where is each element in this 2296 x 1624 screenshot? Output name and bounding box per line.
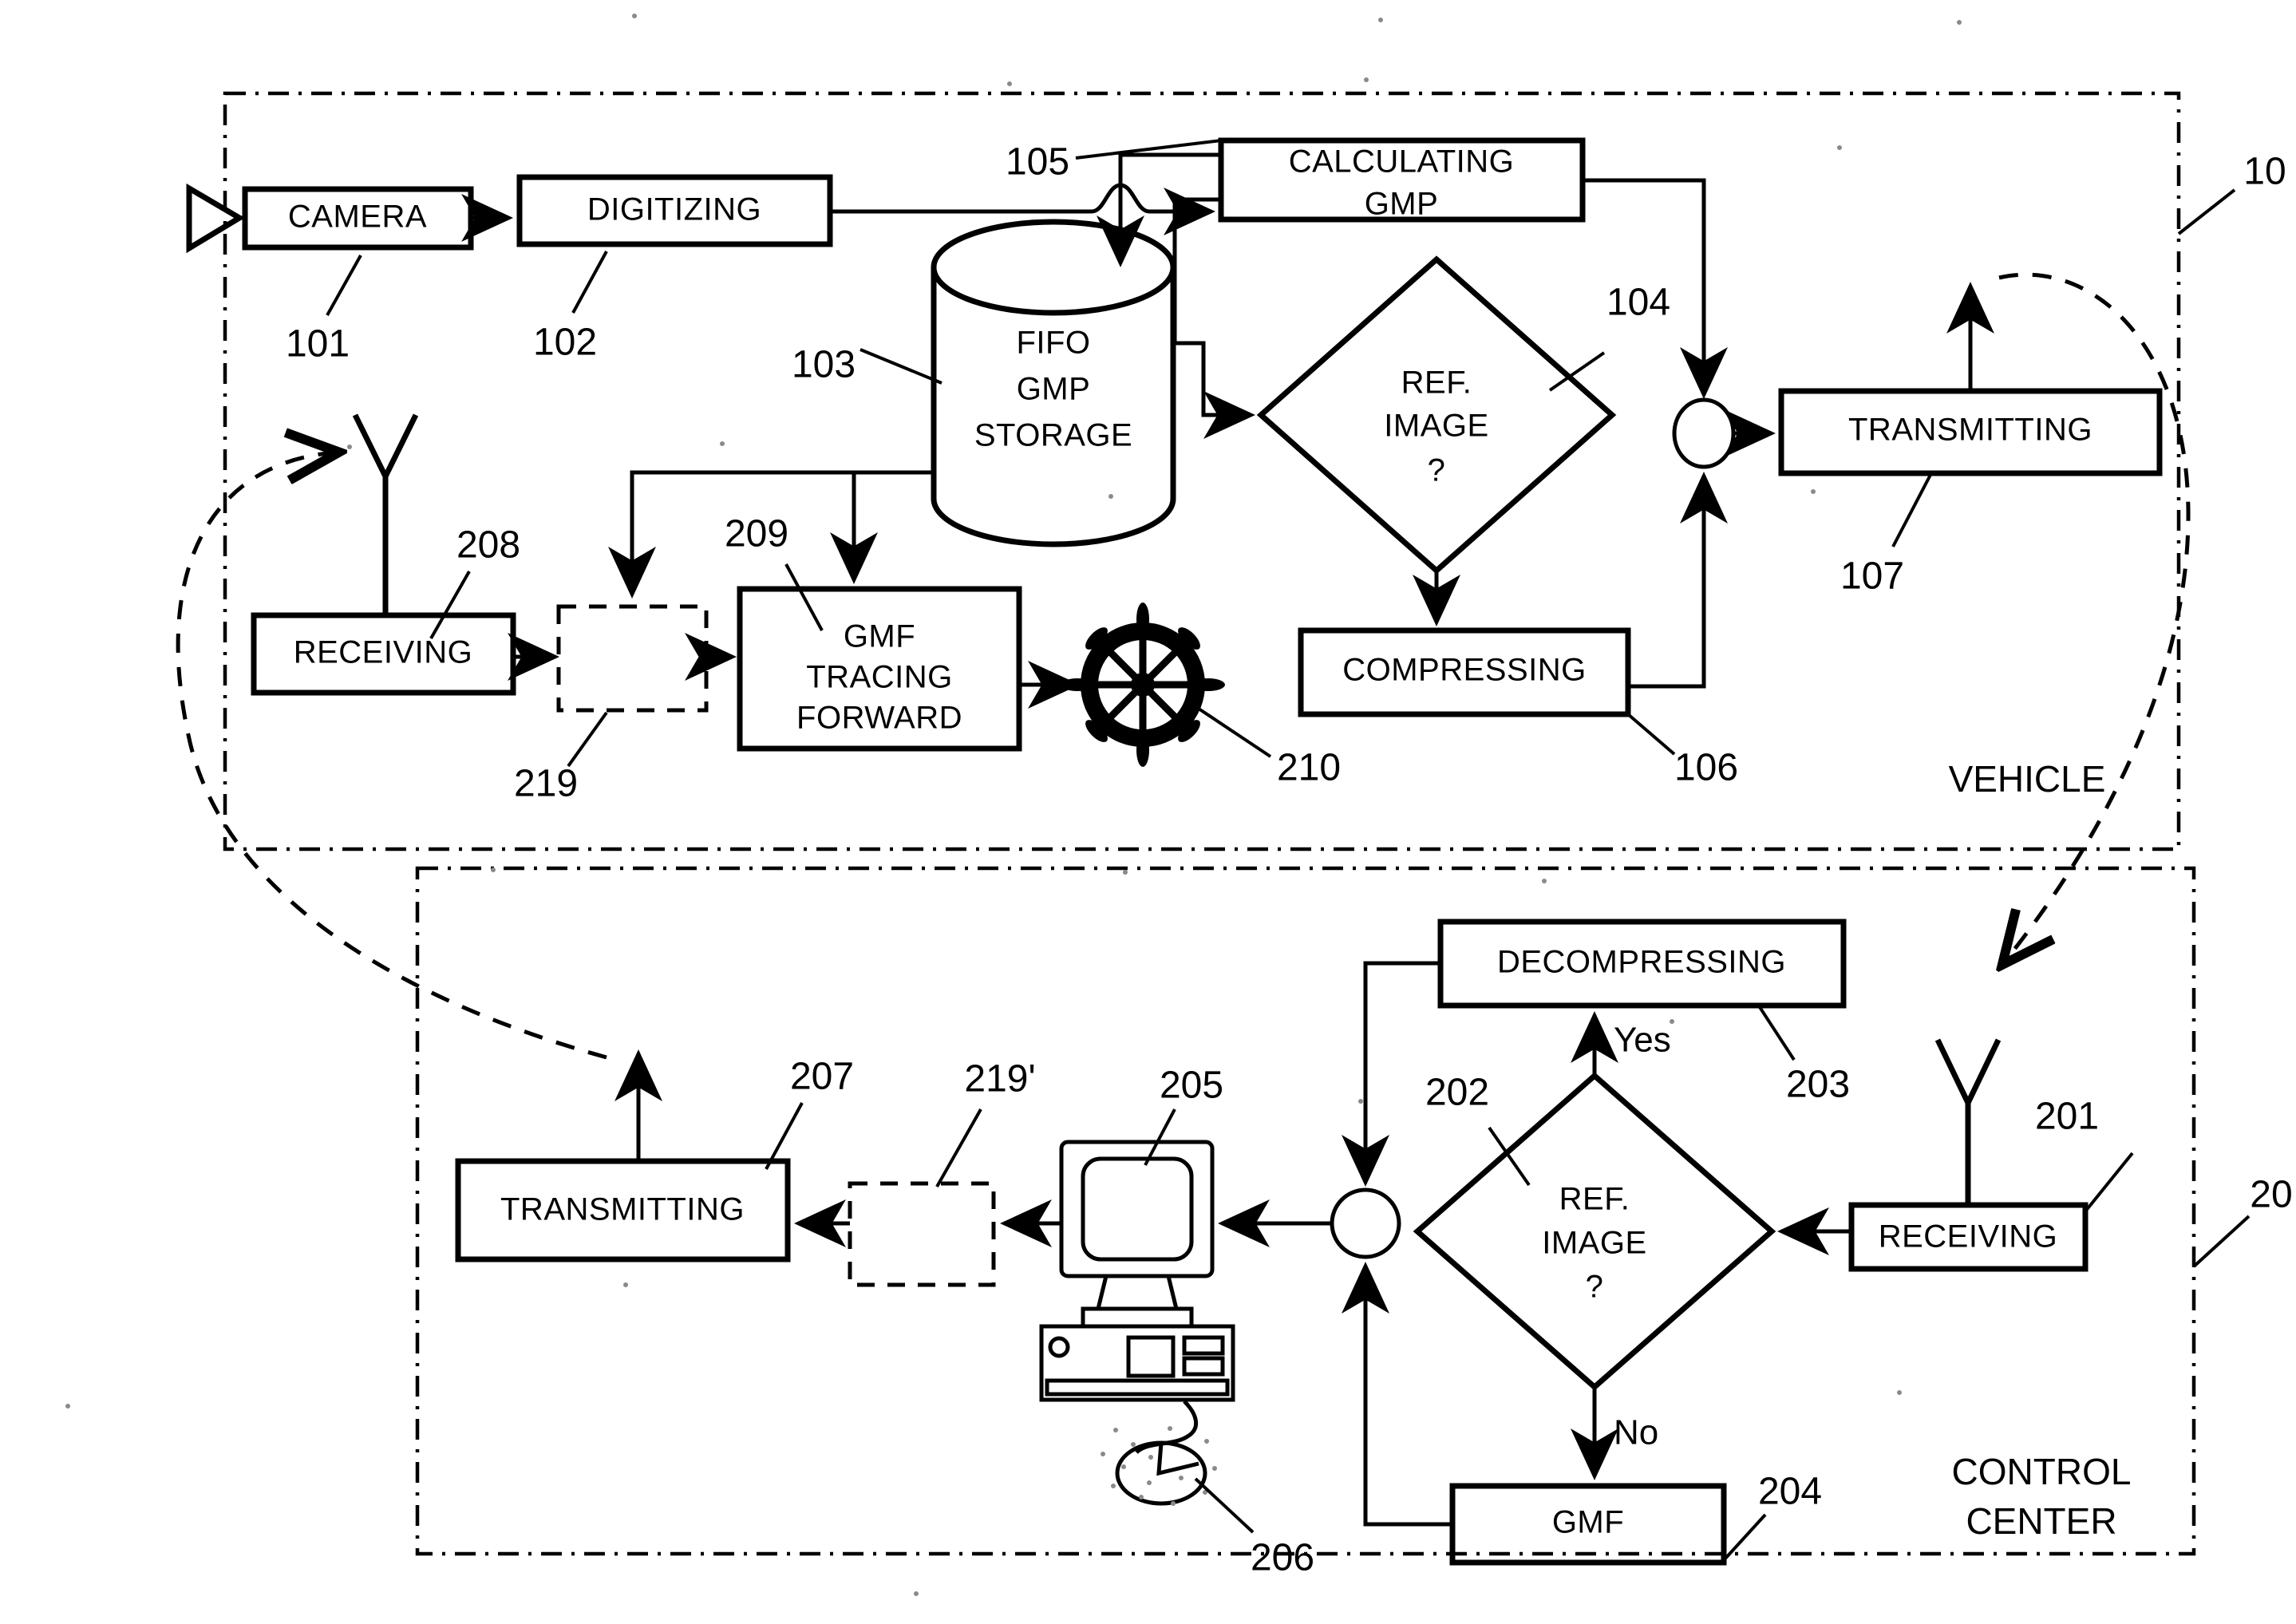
calcgmp-label-line1: CALCULATING: [1289, 144, 1515, 180]
gmftrace-label-line2: TRACING: [806, 660, 953, 695]
leader-102: [571, 251, 608, 314]
ref-101: 101: [286, 323, 350, 365]
ref-205: 205: [1160, 1065, 1223, 1107]
calcgmp-label-line2: GMP: [1365, 187, 1439, 222]
leader-219: [567, 711, 608, 768]
leader-107: [1891, 472, 1933, 547]
leader-201: [2084, 1152, 2134, 1213]
leader-219prime: [935, 1108, 982, 1187]
leader-208: [429, 571, 471, 639]
ref-203: 203: [1786, 1064, 1850, 1106]
conn-calcgmp-refimage: [1172, 197, 1255, 439]
receiving-label-cc: RECEIVING: [1879, 1219, 2058, 1255]
camera-lens-icon: [186, 183, 245, 254]
gmftrace-label-line1: GMF: [844, 619, 915, 654]
fifo-label-line2: GMP: [1017, 372, 1091, 407]
digitizing-label: DIGITIZING: [587, 192, 761, 227]
control-center-ref-leader: [2192, 1215, 2251, 1268]
vehicle-zone-label: VEHICLE: [1949, 758, 2106, 800]
ref-106: 106: [1674, 747, 1738, 789]
scan-artifacts: [65, 14, 1962, 1596]
leader-209: [784, 563, 824, 631]
ref-103: 103: [792, 344, 856, 386]
patent-figure-canvas: CAMERA DIGITIZING FIFO GMP STORAGE REF. …: [0, 0, 2296, 1624]
cc-zone-ref: 20: [2250, 1174, 2292, 1216]
cc-refimage-label-line2: IMAGE: [1542, 1226, 1646, 1261]
leader-203: [1758, 1006, 1796, 1061]
conn-calcgmp-feedback-top: [1118, 152, 1221, 185]
ref-204: 204: [1758, 1471, 1822, 1513]
compressing-label: COMPRESSING: [1342, 653, 1587, 688]
ref-202: 202: [1425, 1072, 1489, 1114]
gmf-label-cc: GMF: [1552, 1505, 1624, 1540]
ref-208: 208: [456, 524, 520, 567]
vehicle-zone-ref: 10: [2243, 151, 2286, 193]
computer-mouse-icon[interactable]: [1101, 1400, 1217, 1506]
fifo-label-line3: STORAGE: [974, 418, 1132, 453]
camera-label: CAMERA: [288, 200, 427, 235]
leader-206: [1194, 1477, 1255, 1534]
refimage-label-line3: ?: [1428, 453, 1446, 488]
ref-105: 105: [1006, 141, 1069, 184]
leader-103: [860, 348, 943, 385]
transmitting-label-vehicle: TRANSMITTING: [1848, 413, 2092, 448]
refimage-label-line1: REF.: [1401, 365, 1472, 401]
ref-201: 201: [2035, 1096, 2099, 1138]
junction-node-cc: [1330, 1187, 1401, 1259]
cc-zone-label-line1: CONTROL: [1952, 1451, 2132, 1492]
leader-106: [1626, 713, 1676, 756]
ref-207: 207: [790, 1056, 854, 1098]
junction-node-vehicle: [1672, 397, 1736, 469]
edge-label-no: No: [1614, 1413, 1658, 1452]
cc-zone-label-line2: CENTER: [1966, 1500, 2116, 1542]
ref-107: 107: [1840, 555, 1904, 598]
edge-label-yes: Yes: [1614, 1021, 1671, 1060]
conn-digitizing-calcgmp: [830, 183, 1215, 235]
gmftrace-label-line3: FORWARD: [796, 701, 962, 736]
diagram-svg: CAMERA DIGITIZING FIFO GMP STORAGE REF. …: [65, 14, 2293, 1596]
cc-refimage-label-line1: REF.: [1559, 1182, 1630, 1217]
conn-gmf-junction: [1342, 1262, 1452, 1527]
leader-101: [326, 255, 362, 316]
optional-module-219[interactable]: [556, 604, 709, 713]
fifo-label-line1: FIFO: [1016, 326, 1090, 361]
ref-104: 104: [1606, 282, 1670, 324]
ref-210: 210: [1277, 747, 1341, 789]
ref-219prime: 219': [964, 1058, 1035, 1100]
transmitting-label-cc: TRANSMITTING: [500, 1192, 745, 1227]
optional-module-219prime[interactable]: [848, 1181, 996, 1287]
antenna-icon-cc: [1934, 1038, 2002, 1205]
ref-102: 102: [533, 322, 597, 364]
conn-compressing-junction: [1628, 472, 1728, 689]
signal-path-control-center-to-vehicle: [176, 452, 607, 1060]
receiving-label-vehicle: RECEIVING: [294, 635, 473, 670]
refimage-label-line2: IMAGE: [1384, 409, 1488, 444]
antenna-icon-vehicle: [352, 413, 419, 614]
computer-workstation-icon[interactable]: [1039, 1140, 1235, 1402]
vehicle-ref-leader: [2177, 188, 2236, 235]
ref-209: 209: [725, 513, 788, 555]
decompressing-label: DECOMPRESSING: [1497, 945, 1786, 980]
signal-path-vehicle-to-control-center: [1999, 272, 2191, 962]
helm-wheel-icon: [1061, 603, 1225, 767]
cc-refimage-label-line3: ?: [1586, 1270, 1604, 1305]
leader-210: [1195, 705, 1272, 758]
ref-206: 206: [1251, 1537, 1314, 1579]
ref-219: 219: [514, 763, 578, 805]
